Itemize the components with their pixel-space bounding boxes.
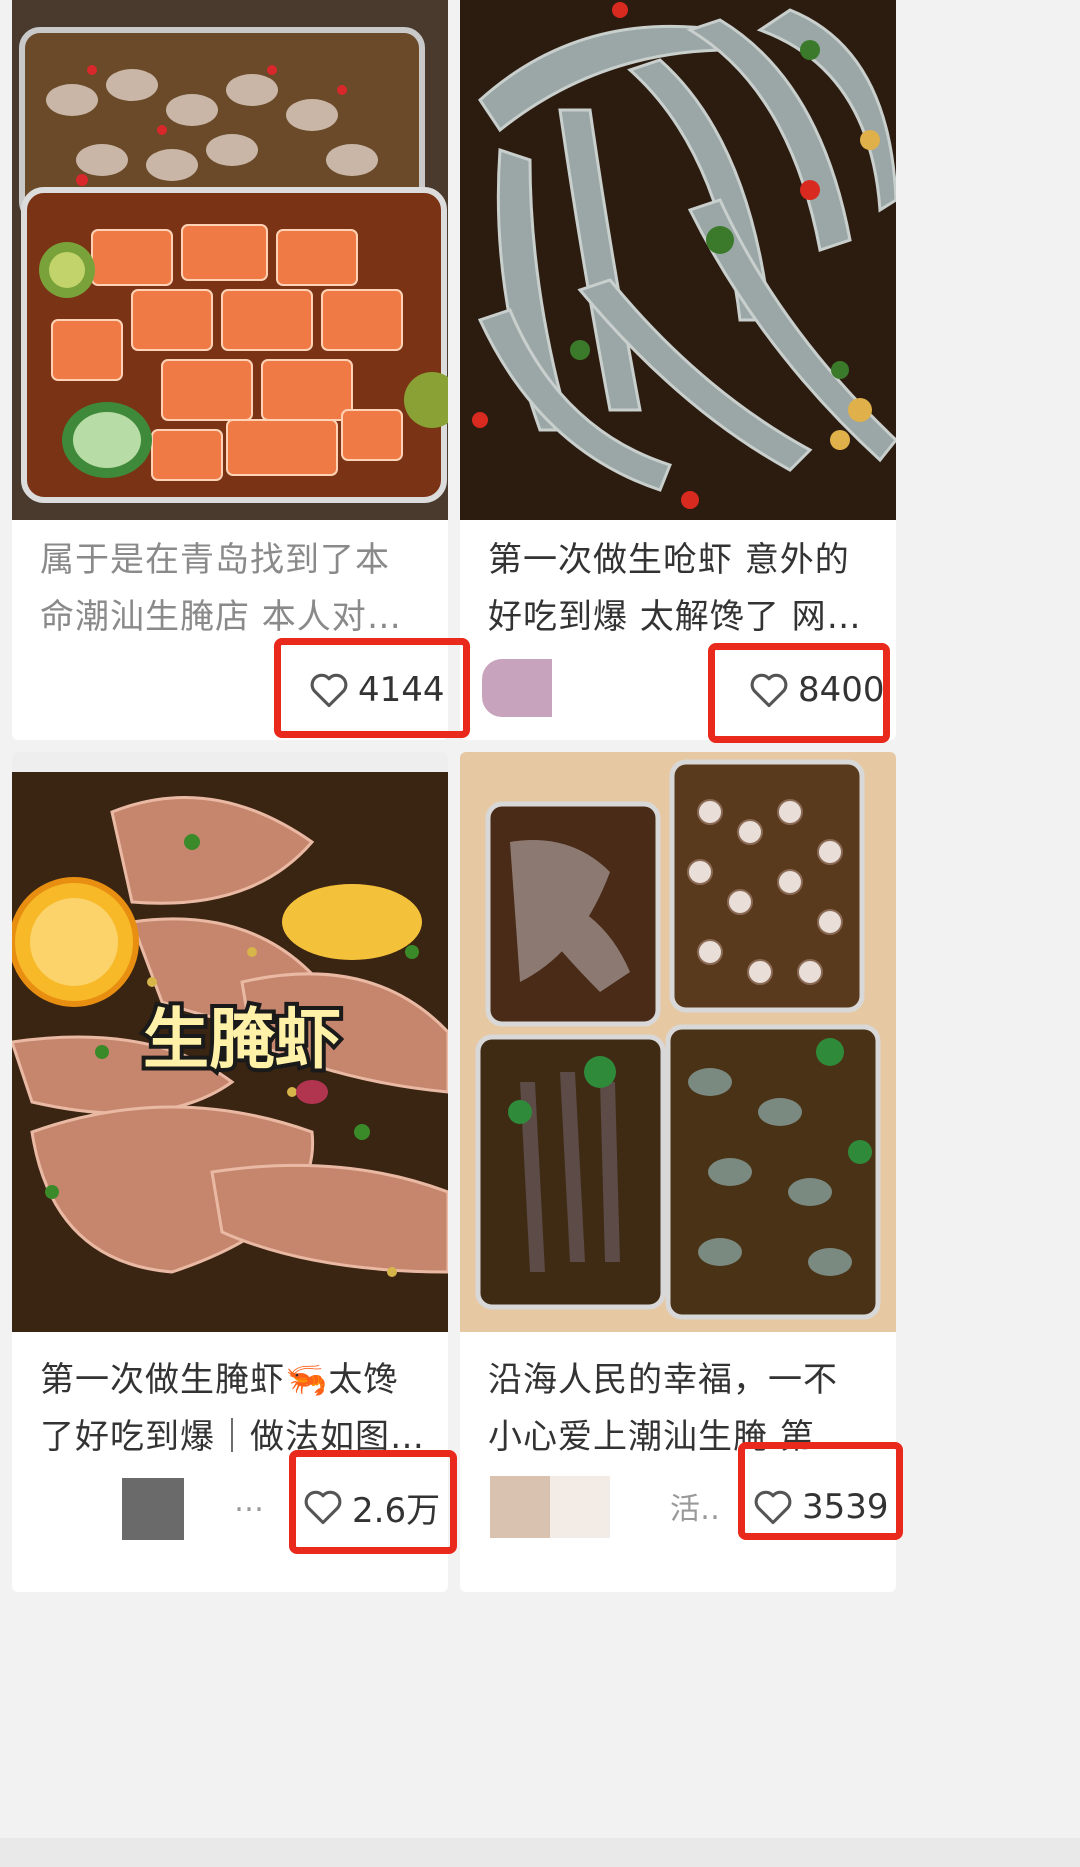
heart-outline-icon — [310, 673, 348, 708]
post-image-salmon[interactable] — [12, 0, 448, 520]
author-name[interactable]: … — [234, 1484, 294, 1519]
post-footer: … 2.6万 — [12, 1472, 448, 1542]
post-card-3[interactable]: 生腌虾 第一次做生腌虾🦐太馋了好吃到爆｜做法如图 总… … 2.6万 — [12, 752, 448, 1592]
overlay-text: 生腌虾 — [143, 1001, 341, 1078]
heart-outline-icon — [754, 1490, 792, 1525]
avatar[interactable] — [490, 1476, 610, 1538]
post-image-shrimp-lemon[interactable]: 生腌虾 — [12, 752, 448, 1332]
avatar[interactable] — [482, 659, 552, 717]
avatar[interactable] — [122, 1478, 184, 1540]
like-count: 2.6万 — [352, 1490, 441, 1531]
author-name[interactable]: 活… — [670, 1484, 718, 1528]
post-footer: 4144 — [12, 655, 448, 725]
post-footer: 活… 3539 — [460, 1472, 896, 1542]
like-count: 8400 — [798, 670, 885, 710]
post-title[interactable]: 第一次做生腌虾🦐太馋了好吃到爆｜做法如图 总… — [40, 1352, 424, 1466]
like-button[interactable]: 4144 — [308, 655, 445, 725]
post-card-1[interactable]: 属于是在青岛找到了本命潮汕生腌店 本人对生食… 4144 — [12, 0, 448, 740]
like-count: 4144 — [358, 670, 445, 710]
like-button[interactable]: 2.6万 — [302, 1472, 440, 1542]
post-title[interactable]: 属于是在青岛找到了本命潮汕生腌店 本人对生食… — [40, 532, 424, 646]
heart-outline-icon — [750, 673, 788, 708]
post-image-four-boxes[interactable] — [460, 752, 896, 1332]
like-button[interactable]: 8400 — [748, 655, 885, 725]
post-image-shrimp[interactable] — [460, 0, 896, 520]
heart-outline-icon — [304, 1490, 342, 1525]
post-card-4[interactable]: 沿海人民的幸福，一不小心爱上潮汕生腌 第一次… 活… 3539 — [460, 752, 896, 1592]
like-button[interactable]: 3539 — [752, 1472, 889, 1542]
post-title[interactable]: 第一次做生呛虾 意外的好吃到爆 太解馋了 网红生… — [488, 532, 872, 646]
post-footer: 8400 — [460, 655, 896, 725]
post-title[interactable]: 沿海人民的幸福，一不小心爱上潮汕生腌 第一次… — [488, 1352, 872, 1466]
like-count: 3539 — [802, 1487, 889, 1527]
next-row-preview — [0, 1838, 1080, 1867]
post-card-2[interactable]: 第一次做生呛虾 意外的好吃到爆 太解馋了 网红生… 8400 — [460, 0, 896, 740]
